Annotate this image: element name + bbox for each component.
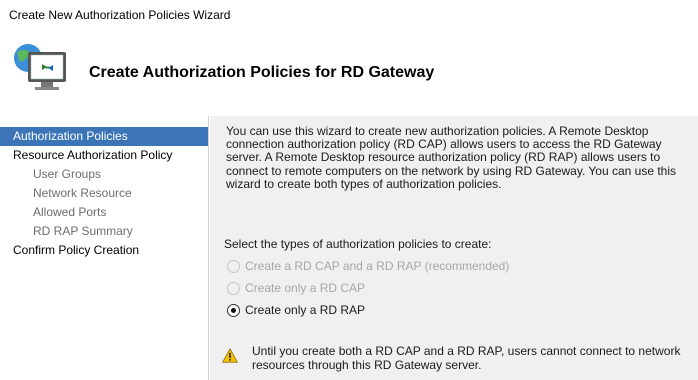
nav-step-user-groups[interactable]: User Groups [0,165,101,184]
option-cap-only[interactable]: Create only a RD CAP [227,280,365,296]
warning-text: Until you create both a RD CAP and a RD … [252,344,681,372]
option-rap-only[interactable]: Create only a RD RAP [227,302,365,318]
radio-label: Create a RD CAP and a RD RAP (recommende… [245,259,510,273]
page-title: Create Authorization Policies for RD Gat… [89,64,435,81]
radio-cap-only[interactable] [227,281,240,295]
window-title: Create New Authorization Policies Wizard [9,8,231,22]
radio-label: Create only a RD RAP [245,303,366,317]
warning-icon [222,348,238,363]
nav-step-resource-authorization-policy[interactable]: Resource Authorization Policy [0,146,172,165]
network-computer-icon [14,44,66,90]
wizard-step-nav: Authorization Policies Resource Authoriz… [0,124,208,380]
radio-label: Create only a RD CAP [245,281,366,295]
option-cap-and-rap[interactable]: Create a RD CAP and a RD RAP (recommende… [227,258,509,274]
nav-step-network-resource[interactable]: Network Resource [0,184,132,203]
warning-message: Until you create both a RD CAP and a RD … [222,344,692,372]
policy-type-label: Select the types of authorization polici… [224,237,492,251]
radio-rap-only[interactable] [227,303,240,317]
radio-cap-and-rap[interactable] [227,259,240,273]
nav-step-allowed-ports[interactable]: Allowed Ports [0,203,106,222]
nav-divider [208,116,209,380]
nav-step-confirm-policy-creation[interactable]: Confirm Policy Creation [0,241,139,260]
content-panel: You can use this wizard to create new au… [210,116,698,380]
intro-text: You can use this wizard to create new au… [226,124,677,191]
nav-step-rd-rap-summary[interactable]: RD RAP Summary [0,222,133,241]
nav-step-authorization-policies[interactable]: Authorization Policies [0,127,208,146]
